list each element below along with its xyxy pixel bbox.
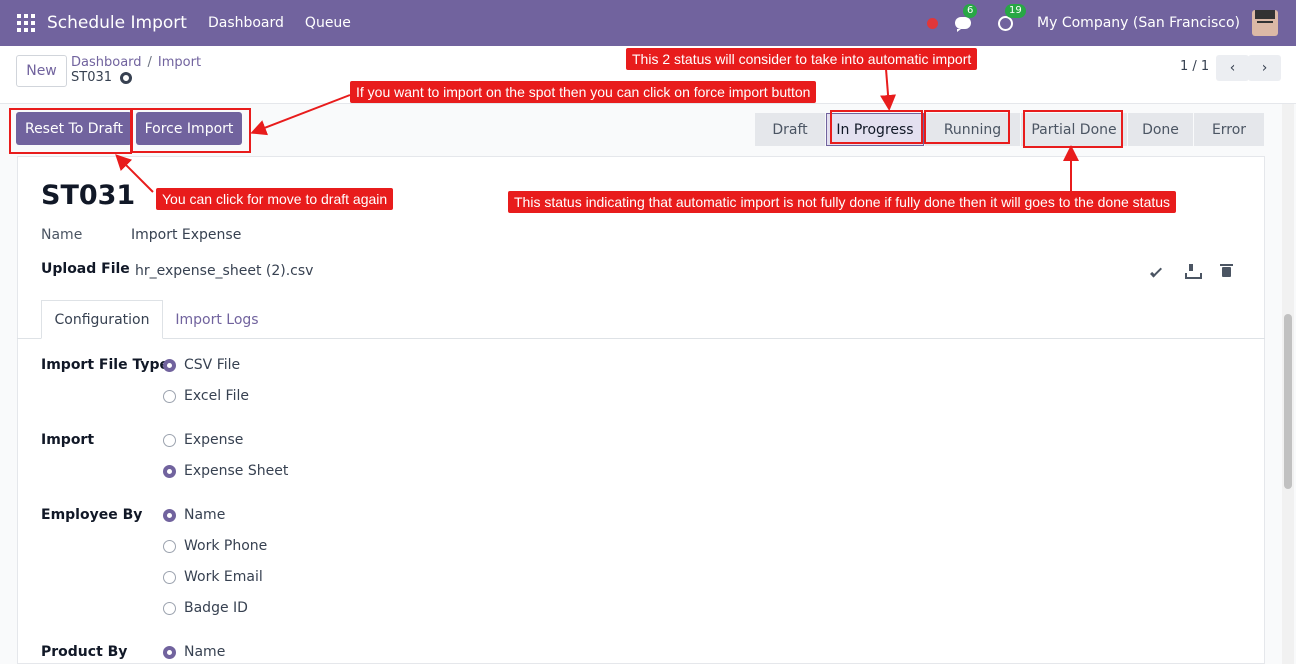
pager-value[interactable]: 1 / 1 bbox=[1180, 59, 1209, 74]
radio-unchecked-icon[interactable] bbox=[163, 539, 176, 553]
company-switcher[interactable]: My Company (San Francisco) bbox=[1037, 15, 1240, 31]
radio-expense-sheet[interactable]: Expense Sheet bbox=[163, 463, 288, 479]
radio-label: Excel File bbox=[184, 388, 249, 404]
breadcrumb-import[interactable]: Import bbox=[158, 55, 201, 70]
radio-label: Work Phone bbox=[184, 538, 268, 554]
activity-count-badge: 19 bbox=[1005, 4, 1026, 18]
radio-unchecked-icon[interactable] bbox=[163, 389, 176, 403]
radio-label: Work Email bbox=[184, 569, 263, 585]
radio-label: Name bbox=[184, 507, 226, 523]
tab-import-logs[interactable]: Import Logs bbox=[163, 300, 271, 339]
new-button[interactable]: New bbox=[16, 55, 67, 87]
stage-done[interactable]: Done bbox=[1128, 113, 1193, 146]
menu-dashboard[interactable]: Dashboard bbox=[208, 15, 284, 31]
radio-expense[interactable]: Expense bbox=[163, 432, 243, 448]
annotation-box-partial-done bbox=[1023, 110, 1123, 148]
radio-label: CSV File bbox=[184, 357, 241, 373]
radio-checked-icon[interactable] bbox=[163, 358, 176, 372]
radio-unchecked-icon[interactable] bbox=[163, 433, 176, 447]
user-avatar[interactable] bbox=[1252, 10, 1278, 36]
download-icon[interactable] bbox=[1185, 264, 1202, 279]
breadcrumb-separator: / bbox=[147, 55, 152, 70]
chat-count-badge: 6 bbox=[963, 4, 978, 18]
radio-work-phone[interactable]: Work Phone bbox=[163, 538, 267, 554]
radio-unchecked-icon[interactable] bbox=[163, 570, 176, 584]
annotation-box-in-progress bbox=[830, 110, 923, 144]
messaging-button[interactable]: 6 bbox=[953, 4, 978, 33]
name-label: Name bbox=[41, 227, 83, 243]
name-field[interactable]: Import Expense bbox=[131, 227, 241, 243]
activity-button[interactable]: 19 bbox=[995, 4, 1026, 33]
trash-icon[interactable] bbox=[1220, 264, 1233, 277]
top-navbar: Schedule Import Dashboard Queue 6 19 My … bbox=[0, 0, 1296, 46]
menu-queue[interactable]: Queue bbox=[305, 15, 351, 31]
employee-by-label: Employee By bbox=[41, 507, 143, 523]
record-reference: ST031 bbox=[71, 70, 113, 85]
annotation-partial-done: This status indicating that automatic im… bbox=[508, 191, 1177, 213]
annotation-status: This 2 status will consider to take into… bbox=[626, 48, 978, 70]
radio-badge-id[interactable]: Badge ID bbox=[163, 600, 248, 616]
import-label: Import bbox=[41, 432, 95, 448]
record-title: ST031 bbox=[41, 180, 136, 211]
radio-label: Expense bbox=[184, 432, 244, 448]
upload-file-name[interactable]: hr_expense_sheet (2).csv bbox=[135, 263, 313, 279]
breadcrumb-dashboard[interactable]: Dashboard bbox=[71, 55, 142, 70]
upload-file-label: Upload File bbox=[41, 261, 130, 277]
radio-checked-icon[interactable] bbox=[163, 645, 176, 659]
pager-next-button[interactable]: › bbox=[1248, 55, 1281, 81]
apps-menu-icon[interactable] bbox=[17, 14, 35, 32]
radio-checked-icon[interactable] bbox=[163, 464, 176, 478]
radio-excel-file[interactable]: Excel File bbox=[163, 388, 249, 404]
stage-draft[interactable]: Draft bbox=[755, 113, 825, 146]
tab-configuration[interactable]: Configuration bbox=[41, 300, 163, 339]
annotation-draft: You can click for move to draft again bbox=[156, 188, 394, 210]
pager-previous-button[interactable]: ‹ bbox=[1216, 55, 1249, 81]
vertical-scrollbar[interactable] bbox=[1282, 104, 1294, 664]
product-by-label: Product By bbox=[41, 644, 128, 660]
stage-error[interactable]: Error bbox=[1194, 113, 1264, 146]
radio-product-name[interactable]: Name bbox=[163, 644, 225, 660]
annotation-box-reset bbox=[9, 108, 132, 154]
radio-unchecked-icon[interactable] bbox=[163, 601, 176, 615]
annotation-force-import: If you want to import on the spot then y… bbox=[350, 81, 817, 103]
chat-icon bbox=[955, 17, 972, 32]
breadcrumb: Dashboard / Import bbox=[71, 55, 201, 70]
radio-label: Name bbox=[184, 644, 226, 660]
radio-employee-name[interactable]: Name bbox=[163, 507, 225, 523]
radio-work-email[interactable]: Work Email bbox=[163, 569, 263, 585]
app-title[interactable]: Schedule Import bbox=[47, 13, 187, 33]
annotation-box-force bbox=[131, 108, 251, 153]
radio-checked-icon[interactable] bbox=[163, 508, 176, 522]
scrollbar-thumb[interactable] bbox=[1284, 314, 1292, 489]
record-indicator-icon[interactable] bbox=[927, 17, 939, 29]
import-file-type-label: Import File Type bbox=[41, 357, 169, 373]
radio-csv-file[interactable]: CSV File bbox=[163, 357, 240, 373]
gear-icon[interactable] bbox=[120, 71, 133, 84]
annotation-box-running bbox=[924, 110, 1010, 144]
radio-label: Expense Sheet bbox=[184, 463, 289, 479]
radio-label: Badge ID bbox=[184, 600, 248, 616]
